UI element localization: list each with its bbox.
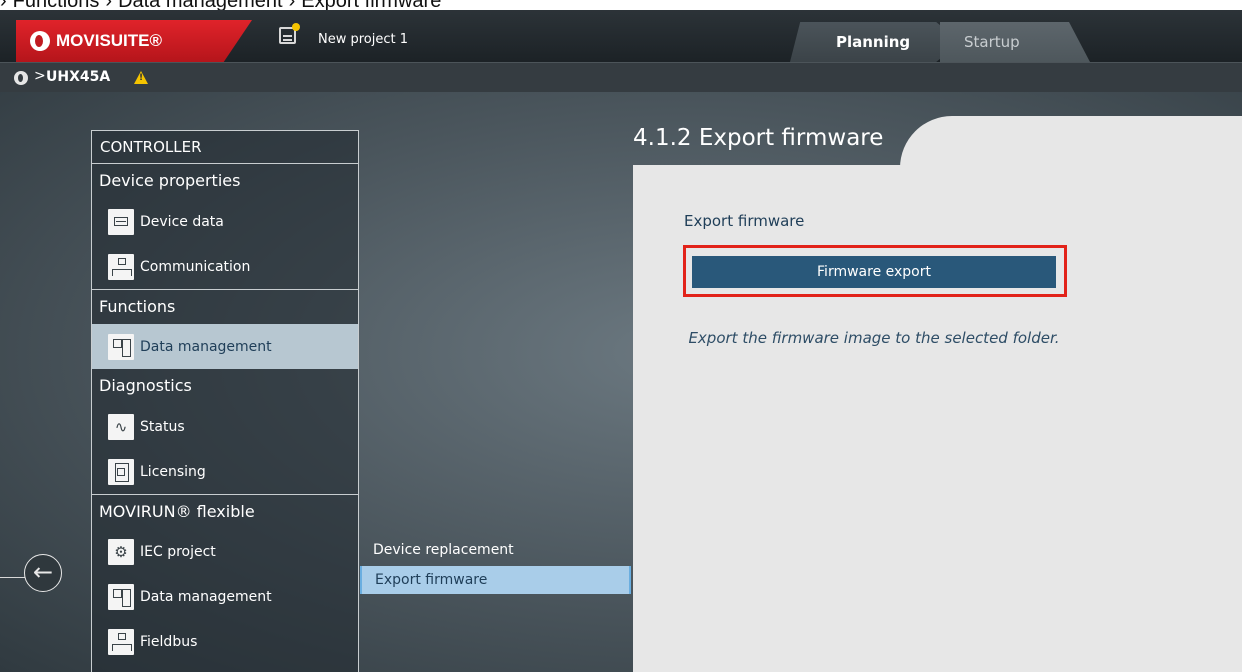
app-name: MOVISUITE®: [56, 31, 163, 50]
menu-header: CONTROLLER: [92, 131, 358, 164]
menu-item-label: IEC project: [140, 543, 216, 560]
device-bar: > UHX45A: [0, 62, 1242, 92]
menu-item-iec-project[interactable]: ⚙ IEC project: [92, 529, 358, 574]
menu-item-fieldbus[interactable]: Fieldbus: [92, 619, 358, 664]
menu-item-label: Device data: [140, 213, 224, 230]
menu-item-label: Data management: [140, 338, 272, 355]
panel-tab-shape: [900, 116, 1242, 168]
menu-item-licensing[interactable]: Licensing: [92, 449, 358, 494]
data-management-icon: [108, 583, 134, 610]
movisuite-logo: MOVISUITE®: [16, 20, 252, 62]
section-heading: Export firmware: [684, 212, 805, 230]
submenu-export-firmware[interactable]: Export firmware: [360, 566, 631, 594]
page-title: 4.1.2 Export firmware: [633, 125, 884, 151]
menu-item-data-management-2[interactable]: Data management: [92, 574, 358, 619]
network-icon: [108, 628, 134, 655]
content-panel: [633, 165, 1242, 672]
menu-item-data-management[interactable]: Data management: [92, 324, 358, 369]
menu-item-label: Status: [140, 418, 185, 435]
main-area: ← CONTROLLER Device properties Device da…: [0, 92, 1242, 672]
sew-logo-icon: [30, 31, 50, 51]
tab-startup[interactable]: Startup: [940, 22, 1090, 62]
menu-item-device-data[interactable]: Device data: [92, 199, 358, 244]
firmware-export-button[interactable]: Firmware export: [692, 256, 1056, 288]
project-name[interactable]: New project 1: [318, 32, 408, 47]
project-icon[interactable]: [279, 23, 300, 44]
license-document-icon: [108, 458, 134, 485]
menu-item-label: Communication: [140, 258, 251, 275]
network-logo-icon[interactable]: [14, 71, 28, 85]
section-diagnostics: Diagnostics: [99, 376, 192, 395]
menu-item-communication[interactable]: Communication: [92, 244, 358, 289]
section-device-properties: Device properties: [99, 171, 241, 190]
pulse-icon: ∿: [108, 413, 134, 440]
gear-icon: ⚙: [108, 538, 134, 565]
tab-planning[interactable]: Planning: [790, 22, 960, 62]
menu-item-label: Licensing: [140, 463, 206, 480]
network-icon: [108, 253, 134, 280]
menu-item-label: Fieldbus: [140, 633, 198, 650]
section-functions: Functions: [92, 289, 358, 324]
back-button[interactable]: ←: [24, 554, 62, 592]
controller-menu: CONTROLLER Device properties Device data…: [91, 130, 359, 672]
menu-item-status[interactable]: ∿ Status: [92, 404, 358, 449]
list-icon: [108, 208, 134, 235]
menu-item-label: Data management: [140, 588, 272, 605]
submenu-device-replacement[interactable]: Device replacement: [373, 542, 514, 558]
device-name[interactable]: UHX45A: [46, 69, 110, 85]
document-breadcrumb: › Functions › Data management › Export firmwa…: [0, 0, 1242, 12]
data-management-icon: [108, 333, 134, 360]
export-description: Export the firmware image to the selecte…: [688, 329, 1060, 347]
chevron-right-icon: >: [34, 68, 46, 84]
section-movirun-flexible: MOVIRUN® flexible: [92, 494, 358, 529]
warning-icon: [134, 71, 148, 84]
